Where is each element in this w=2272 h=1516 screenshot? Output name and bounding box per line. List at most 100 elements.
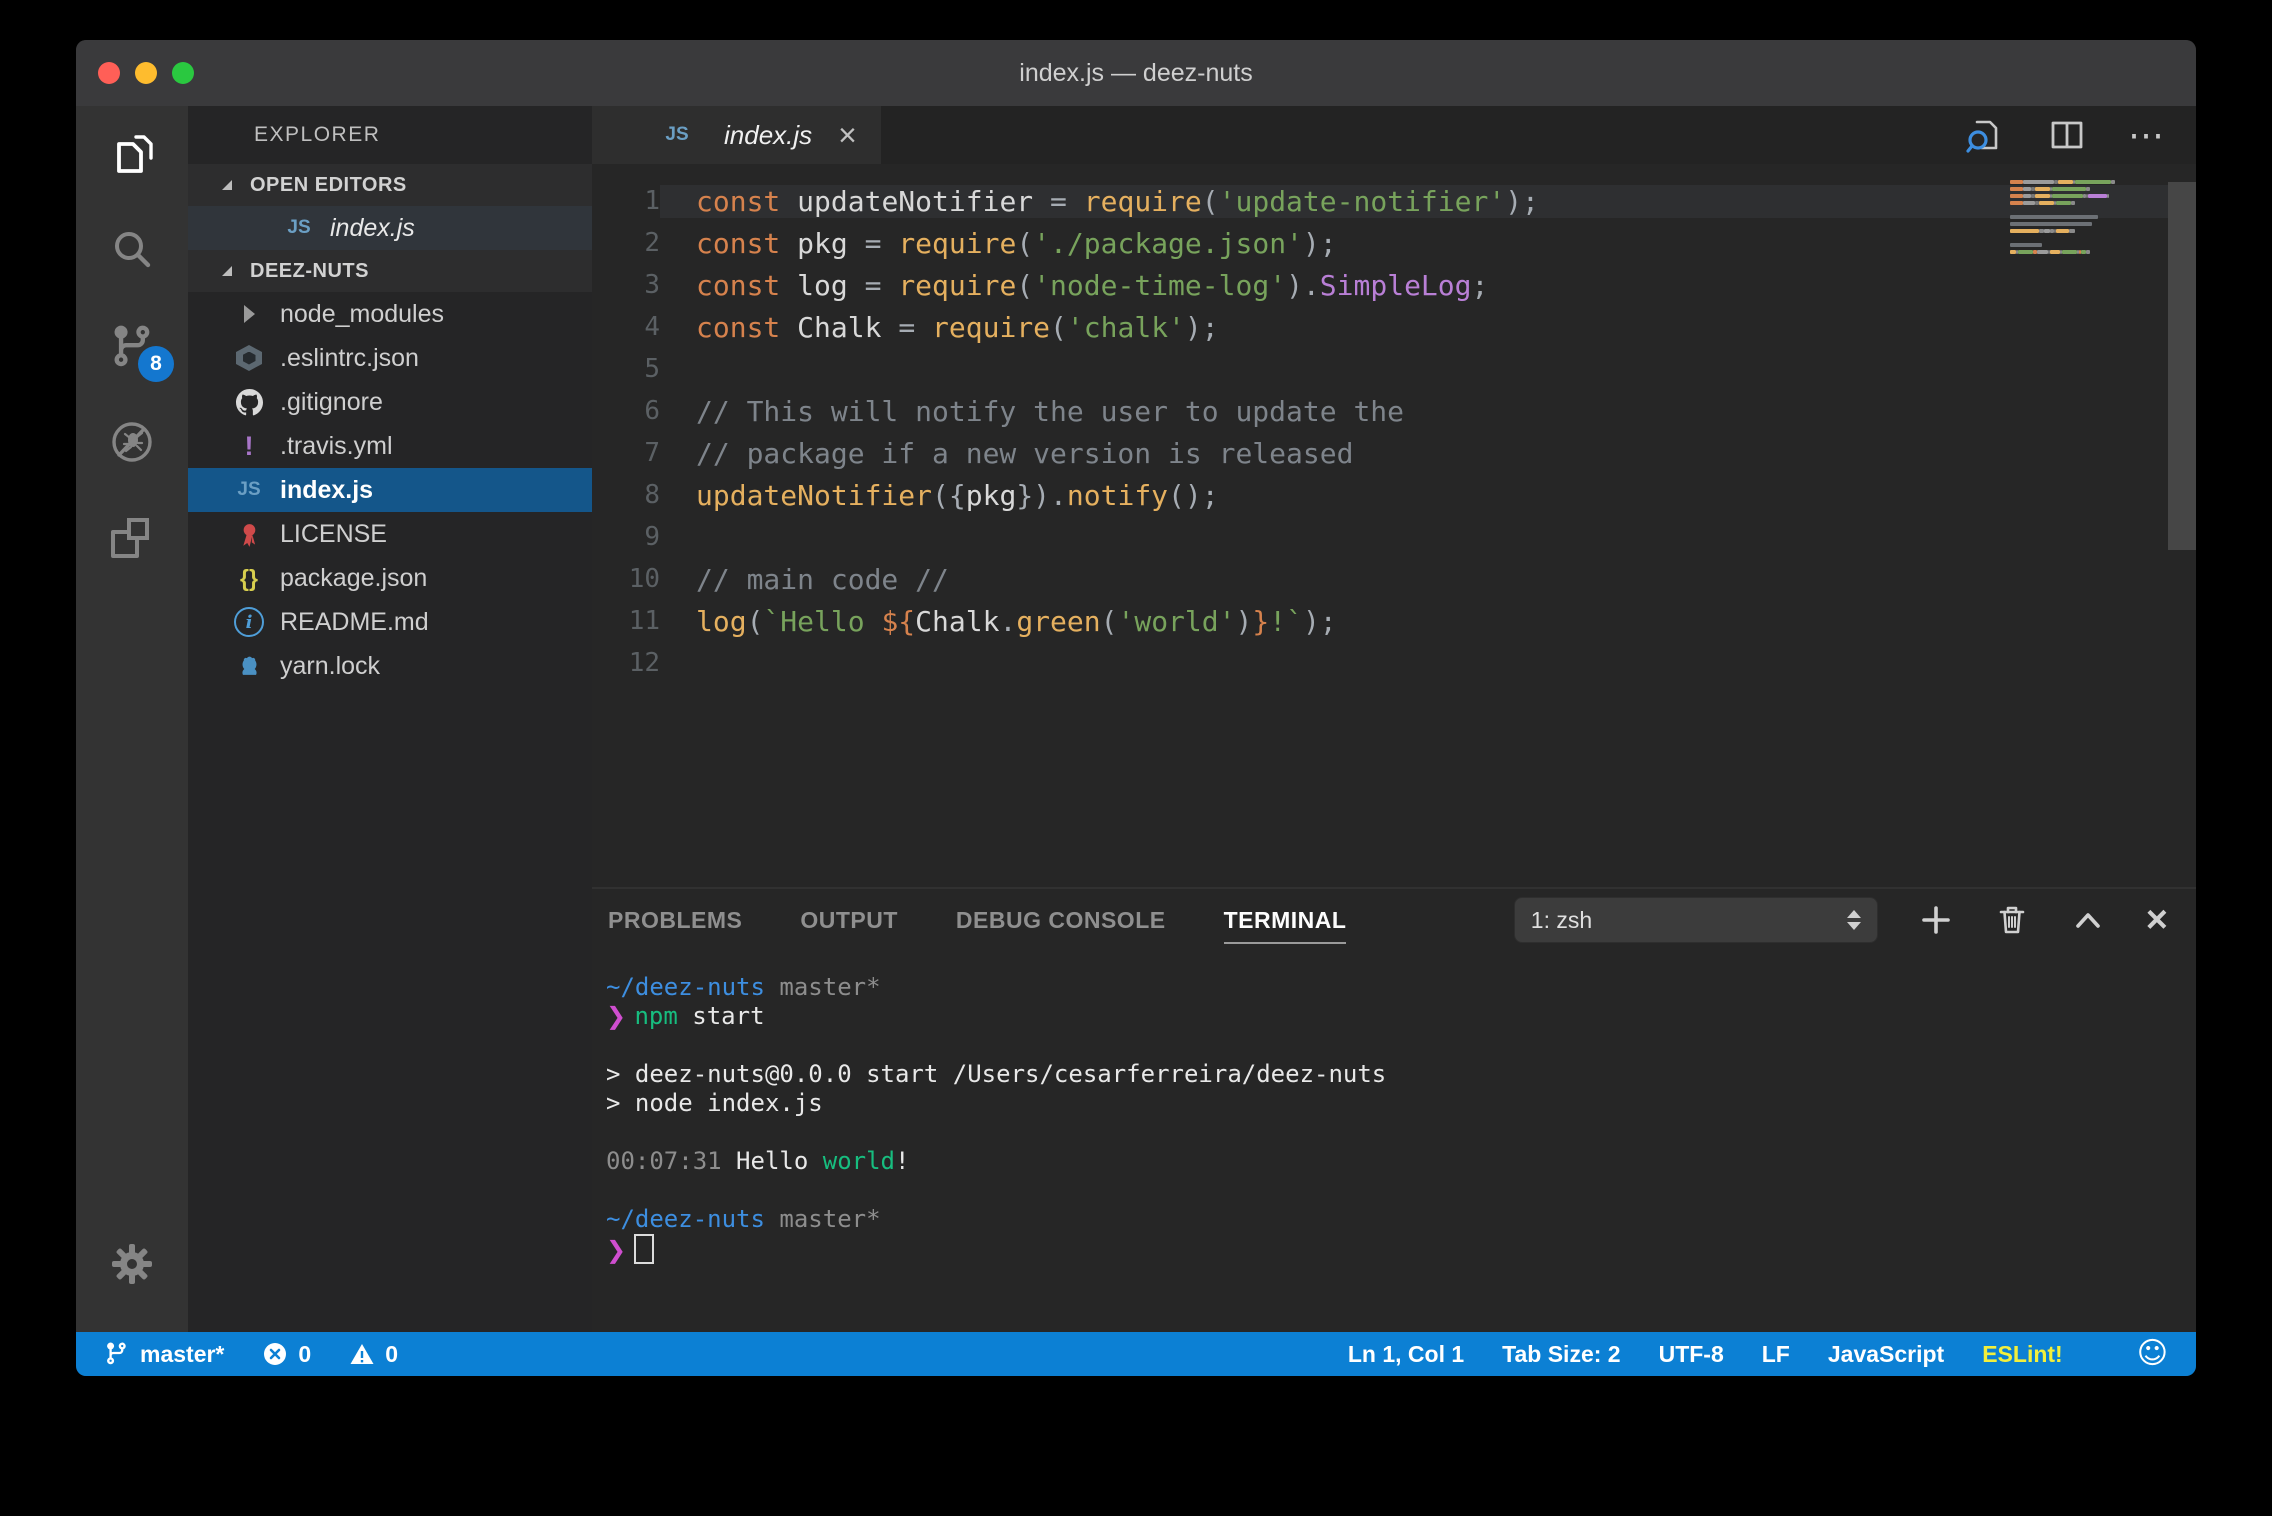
status-label: Tab Size: 2 xyxy=(1502,1341,1620,1368)
status-git-branch[interactable]: master* xyxy=(104,1341,224,1368)
explorer-sidebar: EXPLORER OPEN EDITORS JSindex.js DEEZ-NU… xyxy=(188,106,592,1332)
eslint-icon xyxy=(232,345,266,371)
terminal-line xyxy=(606,1031,2196,1060)
panel-tab-output[interactable]: OUTPUT xyxy=(800,897,898,944)
yarn-icon xyxy=(232,653,266,680)
terminal-line: ❯ npm start xyxy=(606,1002,2196,1031)
status-indentation[interactable]: Tab Size: 2 xyxy=(1502,1341,1620,1368)
line-content xyxy=(660,521,2196,554)
status-label: JavaScript xyxy=(1828,1341,1944,1368)
files-icon xyxy=(107,129,157,179)
activity-search[interactable] xyxy=(76,202,188,298)
section-project[interactable]: DEEZ-NUTS xyxy=(188,250,592,292)
chevron-icon xyxy=(232,305,266,323)
code-line-6: 6// This will notify the user to update … xyxy=(592,390,2196,432)
minimap-line xyxy=(2010,241,2162,248)
terminal-cursor xyxy=(634,1234,654,1264)
github-icon xyxy=(232,389,266,416)
activity-explorer[interactable] xyxy=(76,106,188,202)
status-language-mode[interactable]: JavaScript xyxy=(1828,1341,1944,1368)
tree-item-index-js[interactable]: JSindex.js xyxy=(188,468,592,512)
code-line-5: 5 xyxy=(592,348,2196,390)
activity-debug[interactable] xyxy=(76,394,188,490)
code-line-10: 10// main code // xyxy=(592,558,2196,600)
code-line-9: 9 xyxy=(592,516,2196,558)
line-content: updateNotifier({pkg}).notify(); xyxy=(660,479,2196,512)
line-number: 2 xyxy=(592,228,660,258)
activity-extensions[interactable] xyxy=(76,490,188,586)
file-label: README.md xyxy=(280,608,429,637)
line-number: 4 xyxy=(592,312,660,342)
line-number: 11 xyxy=(592,606,660,636)
close-tab-icon[interactable]: × xyxy=(838,119,857,151)
terminal-output[interactable]: ~/deez-nuts master*❯ npm start > deez-nu… xyxy=(592,951,2196,1332)
terminal-select[interactable]: 1: zsh xyxy=(1514,897,1878,943)
terminal-line xyxy=(606,1118,2196,1147)
branch-icon xyxy=(104,1341,130,1367)
file-label: .eslintrc.json xyxy=(280,344,419,373)
plus-icon xyxy=(1918,902,1954,938)
file-label: index.js xyxy=(280,476,373,505)
status-encoding[interactable]: UTF-8 xyxy=(1659,1341,1724,1368)
minimap-line xyxy=(2010,178,2162,185)
info-icon: i xyxy=(232,607,266,637)
line-content: log(`Hello ${Chalk.green('world')}!`); xyxy=(660,605,2196,638)
tab-index-js[interactable]: JS index.js × xyxy=(592,106,881,164)
new-terminal-button[interactable] xyxy=(1918,902,1954,938)
open-editor-item[interactable]: JSindex.js xyxy=(188,206,592,250)
error-icon xyxy=(262,1341,288,1367)
tree-item-package-json[interactable]: {}package.json xyxy=(188,556,592,600)
kill-terminal-button[interactable] xyxy=(1994,902,2030,938)
code-line-7: 7// package if a new version is released xyxy=(592,432,2196,474)
code-line-2: 2const pkg = require('./package.json'); xyxy=(592,222,2196,264)
sidebar-title: EXPLORER xyxy=(188,106,592,164)
chevron-up-icon xyxy=(2070,902,2106,938)
editor-scrollbar[interactable] xyxy=(2168,182,2196,550)
code-line-11: 11log(`Hello ${Chalk.green('world')}!`); xyxy=(592,600,2196,642)
file-label: yarn.lock xyxy=(280,652,380,681)
tree-item--gitignore[interactable]: .gitignore xyxy=(188,380,592,424)
code-editor[interactable]: 1const updateNotifier = require('update-… xyxy=(592,164,2196,887)
line-content xyxy=(660,353,2196,386)
code-line-3: 3const log = require('node-time-log').Si… xyxy=(592,264,2196,306)
line-content: // This will notify the user to update t… xyxy=(660,395,2196,428)
status-eol[interactable]: LF xyxy=(1762,1341,1790,1368)
status-label: Ln 1, Col 1 xyxy=(1348,1341,1464,1368)
tree-item--travis-yml[interactable]: !.travis.yml xyxy=(188,424,592,468)
split-editor-button[interactable] xyxy=(2046,114,2088,156)
tree-item--eslintrc-json[interactable]: .eslintrc.json xyxy=(188,336,592,380)
minimap[interactable] xyxy=(2010,178,2162,262)
section-open-editors[interactable]: OPEN EDITORS xyxy=(188,164,592,206)
panel-tab-terminal[interactable]: TERMINAL xyxy=(1224,897,1347,944)
status-cursor-position[interactable]: Ln 1, Col 1 xyxy=(1348,1341,1464,1368)
activity-bar: 8 xyxy=(76,106,188,1332)
terminal-line: 00:07:31 Hello world! xyxy=(606,1147,2196,1176)
file-label: .gitignore xyxy=(280,388,383,417)
code-line-8: 8updateNotifier({pkg}).notify(); xyxy=(592,474,2196,516)
activity-settings[interactable] xyxy=(76,1224,188,1304)
trash-icon xyxy=(1994,902,2030,938)
tree-item-yarn-lock[interactable]: yarn.lock xyxy=(188,644,592,688)
status-eslint-status[interactable]: ESLint! xyxy=(1982,1341,2063,1368)
maximize-panel-button[interactable] xyxy=(2070,902,2106,938)
js-icon: JS xyxy=(282,217,316,239)
panel-tab-problems[interactable]: PROBLEMS xyxy=(608,897,742,944)
line-content: // main code // xyxy=(660,563,2196,596)
tree-item-readme-md[interactable]: i README.md xyxy=(188,600,592,644)
open-preview-button[interactable] xyxy=(1964,114,2006,156)
tree-item-license[interactable]: LICENSE xyxy=(188,512,592,556)
debug-icon xyxy=(107,417,157,467)
smiley-icon xyxy=(2101,1341,2127,1367)
terminal-line: > deez-nuts@0.0.0 start /Users/cesarferr… xyxy=(606,1060,2196,1089)
line-number: 7 xyxy=(592,438,660,468)
extensions-icon xyxy=(107,513,157,563)
status-errors[interactable]: 0 xyxy=(262,1341,311,1368)
status-feedback[interactable]: ☺ xyxy=(2101,1339,2168,1369)
license-icon xyxy=(232,521,266,548)
tree-item-node-modules[interactable]: node_modules xyxy=(188,292,592,336)
status-label: ESLint! xyxy=(1982,1341,2063,1368)
activity-source-control[interactable]: 8 xyxy=(76,298,188,394)
status-warnings[interactable]: 0 xyxy=(349,1341,398,1368)
panel-tab-debug-console[interactable]: DEBUG CONSOLE xyxy=(956,897,1166,944)
editor-tab-bar: JS index.js × ⋯ xyxy=(592,106,2196,164)
